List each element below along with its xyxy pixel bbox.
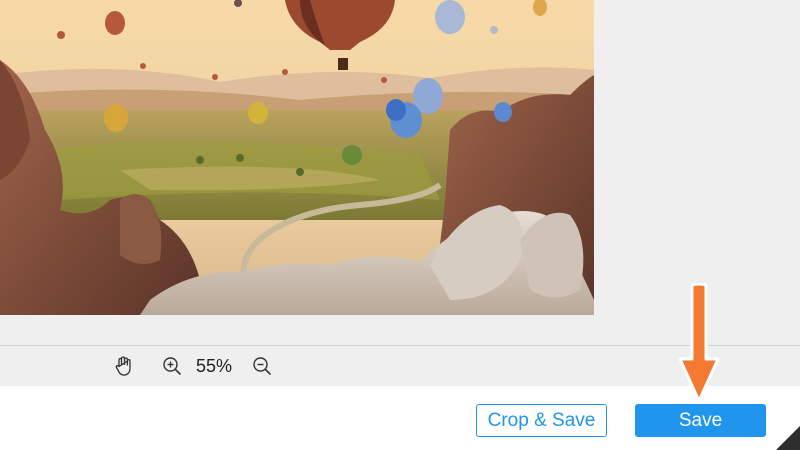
crop-and-save-button[interactable]: Crop & Save [476,404,607,437]
zoom-level-value: 55% [196,356,233,376]
edited-image-preview[interactable] [0,0,594,315]
landscape-balloons-image [0,0,594,315]
hand-icon [115,356,131,376]
image-toolbar: 55% [0,345,800,386]
zoom-in-button[interactable] [160,354,184,378]
editor-area [0,0,800,345]
zoom-out-button[interactable] [250,354,274,378]
window-corner [776,426,800,450]
zoom-out-icon [253,357,271,375]
save-button[interactable]: Save [635,404,766,437]
zoom-in-icon [163,357,181,375]
pan-tool-button[interactable] [112,353,136,379]
